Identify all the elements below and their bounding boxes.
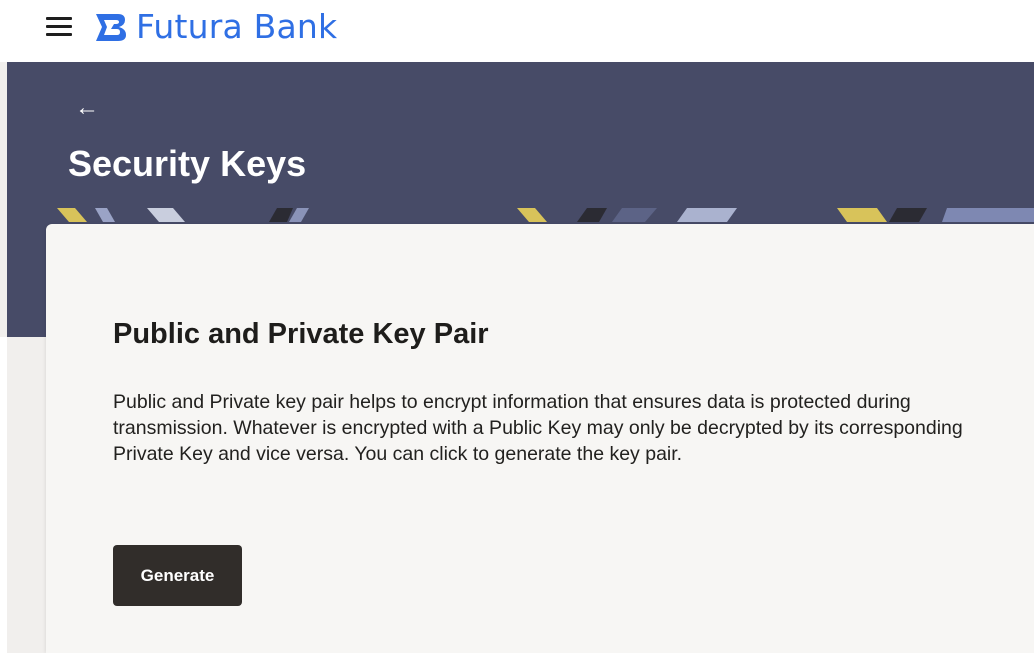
top-bar: Futura Bank [0,0,1034,62]
card-description: Public and Private key pair helps to enc… [113,391,963,465]
back-arrow-icon[interactable]: ← [75,94,99,122]
key-pair-card: Public and Private Key Pair Public and P… [46,224,1034,653]
page-title: Security Keys [68,143,307,184]
futura-logo-icon [96,14,126,41]
hamburger-menu-icon[interactable] [46,17,72,37]
card-title: Public and Private Key Pair [113,318,489,350]
brand-name[interactable]: Futura Bank [136,8,337,46]
generate-button[interactable]: Generate [113,545,242,606]
decorative-pattern [57,208,1034,222]
left-gutter [0,337,7,653]
